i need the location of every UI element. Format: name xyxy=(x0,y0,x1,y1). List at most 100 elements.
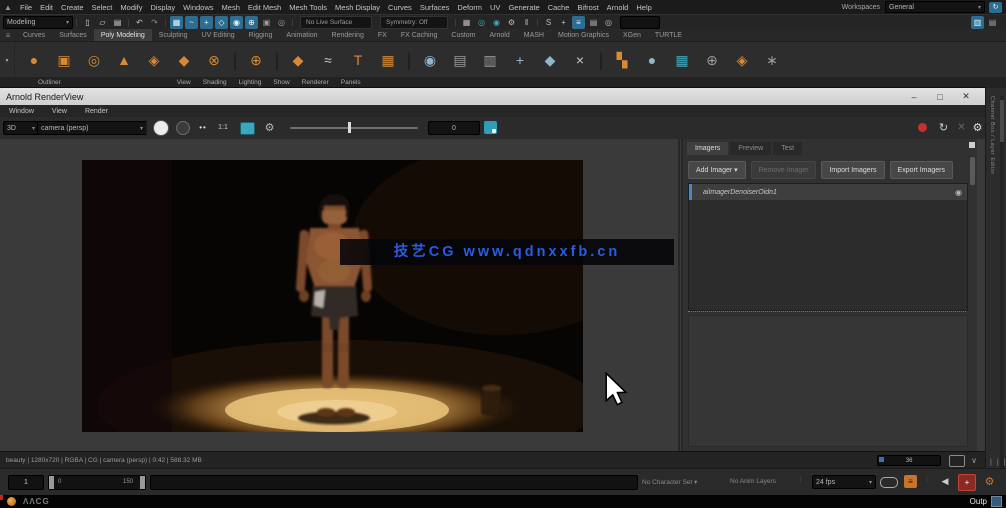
snapshot-icon[interactable]: •• xyxy=(196,121,210,134)
panel-expand-icon[interactable] xyxy=(969,142,975,148)
auto-key-icon[interactable]: + xyxy=(958,474,976,491)
current-frame-field[interactable]: 1 xyxy=(8,475,44,490)
menu-item[interactable]: Surfaces xyxy=(416,3,454,12)
poly-sphere-icon[interactable]: ● xyxy=(22,48,46,72)
menu-item[interactable]: Cache xyxy=(544,3,574,12)
snapshot-gallery-icon[interactable] xyxy=(949,455,965,467)
workspace-select[interactable]: General▾ xyxy=(885,1,985,13)
save-scene-icon[interactable]: ▤ xyxy=(111,16,124,29)
shelf-tab[interactable]: Surfaces xyxy=(52,29,94,41)
poly-torus-icon[interactable]: ◈ xyxy=(142,48,166,72)
sweep-mesh-icon[interactable]: ◆ xyxy=(286,48,310,72)
shelf-menu-icon[interactable]: ≡ xyxy=(0,31,16,40)
shelf-tab[interactable]: UV Editing xyxy=(195,29,242,41)
shelf-tab[interactable]: Motion Graphics xyxy=(551,29,616,41)
poly-cylinder-icon[interactable]: ◎ xyxy=(82,48,106,72)
combine-icon[interactable]: ▤ xyxy=(448,48,472,72)
menu-item[interactable]: Display xyxy=(147,3,180,12)
live-surface-field[interactable]: No Live Surface xyxy=(300,16,372,29)
poly-disc-icon[interactable]: ⊗ xyxy=(202,48,226,72)
shelf-tab[interactable]: FX Caching xyxy=(394,29,445,41)
svg-tool-icon[interactable]: ▦ xyxy=(376,48,400,72)
multi-cut-icon[interactable]: × xyxy=(568,48,592,72)
anim-layer-label[interactable]: No Anim Layers xyxy=(730,478,776,485)
menu-item[interactable]: Edit xyxy=(36,3,57,12)
shelf-tab[interactable]: Curves xyxy=(16,29,52,41)
snap-to-points-icon[interactable]: + xyxy=(200,16,213,29)
menu-item[interactable]: UV xyxy=(486,3,504,12)
mirror-icon[interactable]: ▚ xyxy=(610,48,634,72)
menu-item[interactable]: Help xyxy=(632,3,655,12)
menu-item[interactable]: Curves xyxy=(384,3,416,12)
shelf-tab[interactable]: Rigging xyxy=(242,29,280,41)
close-button[interactable]: ✕ xyxy=(953,88,979,105)
shelf-tab[interactable]: Poly Modeling xyxy=(94,29,152,41)
auto-save-icon[interactable]: ≡ xyxy=(904,475,917,488)
arv-titlebar[interactable]: Arnold RenderView –□✕ xyxy=(0,88,985,105)
add-imager-button[interactable]: Add Imager ▾ xyxy=(688,161,746,179)
poly-cone-icon[interactable]: ▲ xyxy=(112,48,136,72)
import-imagers-button[interactable]: Import Imagers xyxy=(821,161,884,179)
shelf-tab[interactable]: MASH xyxy=(517,29,551,41)
render-image[interactable] xyxy=(82,160,583,432)
right-panel-tab[interactable]: Test xyxy=(773,142,802,155)
arv-menu-item[interactable]: Render xyxy=(76,108,117,115)
type-tool-icon[interactable]: T xyxy=(346,48,370,72)
viewport-menu-item[interactable]: Lighting xyxy=(233,79,268,86)
poly-cube-icon[interactable]: ▣ xyxy=(52,48,76,72)
workspace-reset-icon[interactable]: ↻ xyxy=(989,2,1002,13)
dock-bars-icon[interactable]: ❘❘❘ xyxy=(988,458,1006,466)
shelf-tab[interactable]: Arnold xyxy=(483,29,517,41)
new-scene-icon[interactable]: ▯ xyxy=(81,16,94,29)
shelf-tab[interactable]: Rendering xyxy=(325,29,371,41)
open-scene-icon[interactable]: ▱ xyxy=(96,16,109,29)
range-start-handle[interactable] xyxy=(49,476,54,489)
target-weld-icon[interactable]: ⊕ xyxy=(700,48,724,72)
render-stop-button[interactable] xyxy=(176,121,190,135)
color-swatch-box[interactable] xyxy=(620,16,660,29)
shelf-tab[interactable]: Animation xyxy=(279,29,324,41)
tool-settings-toggle-icon[interactable]: ◎ xyxy=(602,16,615,29)
shelf-tab[interactable]: XGen xyxy=(616,29,648,41)
node-editor-icon[interactable]: + xyxy=(557,16,570,29)
timeline-track[interactable] xyxy=(150,475,638,490)
modeling-toolkit-icon[interactable]: ≡ xyxy=(572,16,585,29)
arv-mode-select[interactable]: 3D▾ xyxy=(3,121,39,135)
gallery-chevron-icon[interactable]: ∨ xyxy=(971,456,977,465)
redo-icon[interactable]: ↷ xyxy=(148,16,161,29)
arv-menu-item[interactable]: View xyxy=(43,108,76,115)
highlight-selection-icon[interactable]: ◎ xyxy=(275,16,288,29)
separate-icon[interactable]: ▥ xyxy=(478,48,502,72)
minimize-button[interactable]: – xyxy=(901,88,927,105)
smooth-icon[interactable]: ● xyxy=(640,48,664,72)
render-settings-icon[interactable]: ⚙ xyxy=(505,16,518,29)
ipr-render-icon[interactable]: ◉ xyxy=(490,16,503,29)
range-end-handle[interactable] xyxy=(140,476,145,489)
menu-item[interactable]: Arnold xyxy=(603,3,633,12)
snap-together-icon[interactable]: ⊕ xyxy=(245,16,258,29)
exposure-slider-track[interactable] xyxy=(290,127,418,129)
menu-item[interactable]: Modify xyxy=(116,3,146,12)
right-panel-tab[interactable]: Imagers xyxy=(687,142,728,155)
snap-to-planes-icon[interactable]: ◇ xyxy=(215,16,228,29)
menu-item[interactable]: Mesh Tools xyxy=(285,3,331,12)
make-live-icon[interactable]: ◉ xyxy=(230,16,243,29)
remove-imager-button[interactable]: Remove Imager xyxy=(751,161,817,179)
imager-list-item[interactable]: aiImagerDenoiserOidn1 ◉ xyxy=(689,184,967,201)
panel-splitter[interactable] xyxy=(678,139,680,451)
shelf-tab[interactable]: Sculpting xyxy=(152,29,195,41)
xgen-icon[interactable]: ∗ xyxy=(760,48,784,72)
shelf-collapse-icon[interactable]: ▪ xyxy=(0,42,15,78)
render-view-icon[interactable]: ▦ xyxy=(460,16,473,29)
menu-item[interactable]: Select xyxy=(88,3,117,12)
pause-icon[interactable]: ‖ xyxy=(520,16,533,29)
menu-item[interactable]: Bifrost xyxy=(573,3,602,12)
menu-item[interactable]: Mesh xyxy=(218,3,244,12)
shelf-tab[interactable]: Custom xyxy=(444,29,482,41)
maximize-button[interactable]: □ xyxy=(927,88,953,105)
mute-speaker-icon[interactable]: ◀ xyxy=(938,475,952,488)
menu-item[interactable]: File xyxy=(16,3,36,12)
render-frame-icon[interactable]: ◎ xyxy=(475,16,488,29)
arv-camera-select[interactable]: camera (persp)▾ xyxy=(37,121,147,135)
right-panel-tab[interactable]: Preview xyxy=(730,142,771,155)
